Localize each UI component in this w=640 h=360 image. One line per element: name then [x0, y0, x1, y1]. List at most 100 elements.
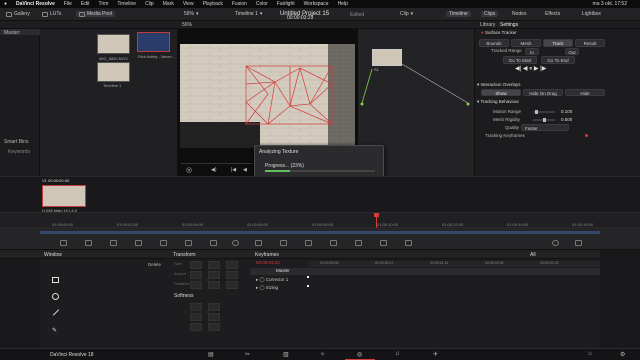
keyframe-diamond-icon[interactable] [585, 134, 588, 137]
kf-master-row[interactable] [250, 268, 600, 275]
deliver-page-icon[interactable]: ✈ [433, 351, 438, 358]
menu-color[interactable]: Color [256, 1, 268, 7]
mesh-rigidity-slider[interactable] [533, 118, 555, 122]
keyframes-filter[interactable]: All [530, 252, 536, 258]
tool-icon[interactable] [185, 240, 192, 246]
media-thumb-timeline[interactable] [97, 62, 130, 82]
track-pause-icon[interactable]: ⏸ [529, 66, 532, 72]
overlay-hide-drag-button[interactable]: Hide On Drag [523, 89, 563, 96]
menu-help[interactable]: Help [338, 1, 348, 7]
fusion-page-icon[interactable]: ✧ [320, 351, 325, 358]
viewer-zoom[interactable]: 56% [182, 22, 192, 28]
play-reverse-icon[interactable]: ◀ [243, 167, 247, 173]
tool-icon[interactable] [60, 240, 67, 246]
luts-button[interactable]: LUTs [42, 11, 61, 17]
library-tab[interactable]: Library [480, 22, 495, 28]
tool-icon[interactable] [110, 240, 117, 246]
tool-icon[interactable] [210, 240, 217, 246]
kf-sizing-row[interactable]: ▸ ◯ Sizing [256, 285, 278, 291]
kf-marker[interactable] [307, 276, 309, 278]
gallery-button[interactable]: Gallery [6, 11, 30, 17]
tool-icon[interactable] [355, 240, 362, 246]
media-thumb-img6850[interactable] [97, 34, 130, 54]
menu-fusion[interactable]: Fusion [232, 1, 247, 7]
timeline-clip[interactable] [42, 185, 86, 207]
node-s1[interactable] [372, 49, 402, 66]
nodes-button[interactable]: Nodes [512, 11, 526, 17]
fit-icon[interactable]: ◎ [186, 166, 192, 174]
interaction-overlays-header[interactable]: ▾ Interaction Overlays [477, 82, 521, 88]
tool-icon[interactable] [330, 240, 337, 246]
window-square-icon[interactable] [52, 277, 59, 283]
edit-page-icon[interactable]: ▥ [283, 351, 289, 358]
range-out[interactable]: Out [565, 48, 579, 55]
tool-icon[interactable] [255, 240, 262, 246]
menu-timeline[interactable]: Timeline [117, 1, 136, 7]
settings-tab[interactable]: Settings [500, 22, 518, 28]
mesh-rigidity-value[interactable]: 0.500 [561, 117, 572, 122]
menu-mark[interactable]: Mark [163, 1, 174, 7]
eye-icon[interactable] [552, 240, 559, 246]
timeline-panel-button[interactable]: Timeline [446, 11, 471, 17]
delete-button[interactable]: Delete [148, 262, 161, 267]
range-in[interactable]: In [525, 48, 539, 55]
effects-button[interactable]: Effects [545, 11, 560, 17]
tool-icon[interactable] [305, 240, 312, 246]
timeline-select[interactable]: Timeline 1 ▾ [235, 11, 262, 17]
tab-mesh[interactable]: Mesh [511, 39, 541, 47]
motion-range-slider[interactable] [533, 110, 555, 114]
kf-marker[interactable] [307, 285, 309, 287]
track-backward-icon[interactable]: ◀| [515, 66, 521, 72]
keywords-bin[interactable]: Keywords [8, 149, 30, 155]
overlay-hide-button[interactable]: Hide [565, 89, 605, 96]
clips-button[interactable]: Clips [481, 11, 499, 17]
tab-bounds[interactable]: Bounds [479, 39, 509, 47]
fairlight-page-icon[interactable]: ♫ [395, 351, 400, 357]
menu-edit[interactable]: Edit [81, 1, 90, 7]
track-reverse-icon[interactable]: ◀ [523, 66, 528, 72]
track-forward-step-icon[interactable]: |▶ [540, 66, 546, 72]
motion-range-value[interactable]: 0.100 [561, 109, 572, 114]
tracking-behaviour-header[interactable]: ▾ Tracking Behaviour [477, 99, 519, 105]
menu-clip[interactable]: Clip [145, 1, 154, 7]
menu-fairlight[interactable]: Fairlight [277, 1, 295, 7]
menu-playback[interactable]: Playback [203, 1, 223, 7]
overlay-show-button[interactable]: Show [481, 89, 521, 96]
master-bin[interactable]: Master [4, 30, 19, 36]
menu-workspace[interactable]: Workspace [304, 1, 329, 7]
tool-icon[interactable] [160, 240, 167, 246]
clip-select[interactable]: Clip ▾ [400, 11, 413, 17]
track-forward-icon[interactable]: ▶ [534, 66, 539, 72]
window-polygon-icon[interactable] [52, 309, 60, 316]
color-page-icon[interactable]: ◎ [357, 351, 362, 358]
tab-track[interactable]: Track [543, 39, 573, 47]
home-icon[interactable]: ⌂ [588, 351, 592, 357]
tool-icon[interactable] [135, 240, 142, 246]
tool-icon[interactable] [405, 240, 412, 246]
gear-icon[interactable]: ⚙ [620, 351, 625, 358]
media-page-icon[interactable]: ▤ [208, 351, 214, 358]
app-menu[interactable]: DaVinci Resolve [16, 1, 55, 7]
timeline-ruler[interactable]: 01:00:00:00 01:00:02:00 01:00:04:00 01:0… [0, 212, 640, 229]
menu-trim[interactable]: Trim [99, 1, 109, 7]
media-thumb-rick[interactable] [137, 32, 170, 52]
kf-corrector-row[interactable]: ▸ ◯ Corrector 1 [256, 277, 288, 283]
go-to-start-button[interactable]: Go To Start [503, 56, 537, 64]
tool-icon[interactable] [85, 240, 92, 246]
tool-icon[interactable] [380, 240, 387, 246]
quality-select[interactable]: Faster [521, 124, 569, 131]
menu-file[interactable]: File [64, 1, 72, 7]
go-to-end-button[interactable]: Go To End [541, 56, 575, 64]
playhead-handle-icon[interactable] [374, 213, 379, 217]
volume-icon[interactable]: ◀) [211, 167, 217, 173]
tab-result[interactable]: Result [575, 39, 605, 47]
cut-page-icon[interactable]: ✂ [245, 351, 250, 358]
skip-back-icon[interactable]: |◀ [231, 167, 236, 173]
menu-view[interactable]: View [183, 1, 194, 7]
media-pool-button[interactable]: Media Pool [76, 11, 116, 17]
tool-icon[interactable] [575, 240, 582, 246]
apple-icon[interactable]: ● [4, 1, 7, 7]
lightbox-button[interactable]: Lightbox [582, 11, 601, 17]
tracker-icon[interactable] [232, 240, 239, 246]
window-pen-icon[interactable]: ✎ [52, 327, 57, 334]
